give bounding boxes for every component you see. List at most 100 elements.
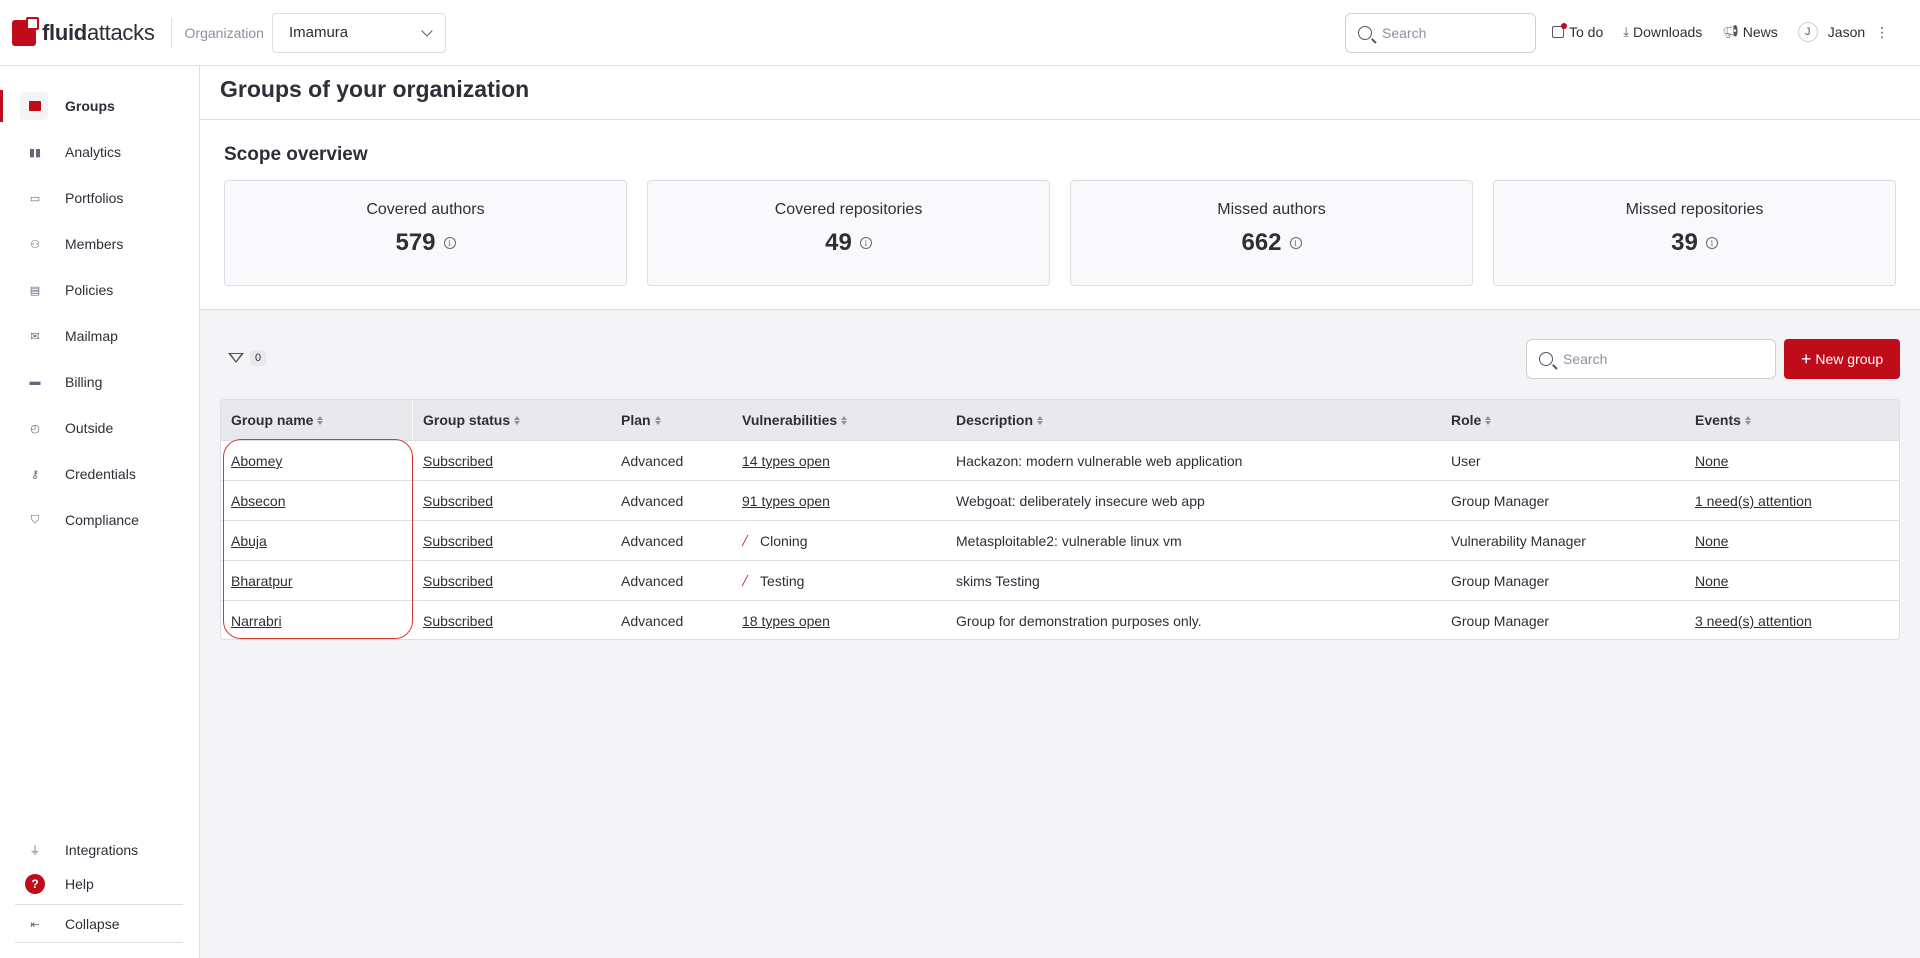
info-icon[interactable]: i (1705, 237, 1718, 249)
events-link[interactable]: 3 need(s) attention (1695, 613, 1812, 629)
group-status-link[interactable]: Subscribed (423, 533, 493, 549)
group-name-link[interactable]: Narrabri (231, 613, 282, 629)
table-row[interactable]: Abomey Subscribed Advanced 14 types open… (221, 440, 1899, 480)
sort-icon (1037, 415, 1044, 425)
group-name-link[interactable]: Bharatpur (231, 573, 292, 589)
sort-icon (654, 415, 661, 425)
plan-cell: Advanced (621, 533, 684, 549)
todo-button[interactable]: To do (1552, 23, 1604, 40)
table-search-input[interactable]: Search (1526, 339, 1776, 379)
sidebar-item-label: Billing (65, 374, 103, 390)
card-label: Missed authors (1217, 201, 1326, 218)
vulnerabilities-link[interactable]: 18 types open (742, 613, 830, 629)
sidebar-item-analytics[interactable]: ▮▮ Analytics (0, 134, 199, 170)
plan-cell: Advanced (621, 573, 684, 589)
plus-icon: + (1800, 348, 1812, 369)
sidebar-item-label: Groups (65, 98, 115, 114)
divider (15, 942, 183, 943)
sidebar-item-label: Members (65, 236, 124, 252)
group-name-link[interactable]: Absecon (231, 493, 285, 509)
events-link[interactable]: None (1695, 533, 1728, 549)
group-status-link[interactable]: Subscribed (423, 613, 493, 629)
vulnerabilities-link[interactable]: 91 types open (742, 493, 830, 509)
column-header-description[interactable]: Description (956, 400, 1044, 440)
sidebar-item-help[interactable]: ? Help (0, 866, 199, 902)
column-header-vulnerabilities[interactable]: Vulnerabilities (742, 400, 848, 440)
sidebar-item-credentials[interactable]: ⚷ Credentials (0, 456, 199, 492)
plan-cell: Advanced (621, 453, 684, 469)
folder-icon (29, 100, 41, 112)
sidebar-item-portfolios[interactable]: ▭ Portfolios (0, 180, 199, 216)
vulnerabilities-link[interactable]: 14 types open (742, 453, 830, 469)
filter-button[interactable]: 0 (228, 350, 267, 366)
user-name: Jason (1827, 24, 1866, 40)
table-row[interactable]: Abuja Subscribed Advanced ╱ Cloning Metas… (221, 520, 1899, 560)
description-cell: skims Testing (956, 573, 1040, 589)
column-header-group-name[interactable]: Group name (231, 400, 324, 440)
description-cell: Hackazon: modern vulnerable web applicat… (956, 453, 1243, 469)
table-row[interactable]: Narrabri Subscribed Advanced 18 types op… (221, 600, 1899, 639)
info-icon[interactable]: i (443, 237, 456, 249)
new-group-button[interactable]: + New group (1784, 339, 1900, 379)
sidebar-item-members[interactable]: ⚇ Members (0, 226, 199, 262)
news-button[interactable]: 📢︎ News (1722, 24, 1778, 40)
events-link[interactable]: None (1695, 453, 1728, 469)
global-search-input[interactable]: Search (1345, 13, 1536, 53)
user-menu[interactable]: J Jason ⋮ (1797, 22, 1889, 42)
help-icon: ? (25, 874, 45, 894)
sidebar-item-outside[interactable]: ◴ Outside (0, 410, 199, 446)
sidebar-item-groups[interactable]: Groups (0, 88, 199, 124)
sort-icon (1744, 415, 1751, 425)
chart-icon: ▮▮ (28, 146, 42, 159)
search-placeholder: Search (1563, 351, 1608, 367)
events-link[interactable]: 1 need(s) attention (1695, 493, 1812, 509)
page-title: Groups of your organization (220, 76, 530, 102)
divider (15, 904, 183, 905)
sidebar-item-label: Integrations (65, 842, 139, 858)
scope-title: Scope overview (224, 144, 368, 165)
events-link[interactable]: None (1695, 573, 1728, 589)
card-label: Covered repositories (774, 201, 923, 218)
table-row[interactable]: Absecon Subscribed Advanced 91 types ope… (221, 480, 1899, 520)
column-header-group-status[interactable]: Group status (423, 400, 521, 440)
group-name-link[interactable]: Abuja (231, 533, 267, 549)
user-plus-icon: ⚇ (30, 238, 40, 251)
sidebar-item-policies[interactable]: ▤ Policies (0, 272, 199, 308)
organization-select[interactable]: Imamura (271, 12, 446, 53)
group-status-link[interactable]: Subscribed (423, 573, 493, 589)
group-status-link[interactable]: Subscribed (423, 453, 493, 469)
collapse-icon: ⇤ (30, 918, 40, 931)
downloads-button[interactable]: ⤓ Downloads (1623, 24, 1702, 40)
top-actions: To do ⤓ Downloads 📢︎ News J Jason ⋮ (1552, 22, 1889, 42)
logo[interactable]: fluidattacks (12, 16, 155, 46)
todo-label: To do (1569, 24, 1604, 40)
search-placeholder: Search (1382, 25, 1427, 41)
info-icon[interactable]: i (1289, 237, 1302, 249)
sidebar-item-billing[interactable]: ▬ Billing (0, 364, 199, 400)
sidebar-item-label: Mailmap (65, 328, 118, 344)
card-value: 49 i (648, 229, 1049, 257)
column-header-events[interactable]: Events (1695, 400, 1751, 440)
clock-icon: ◴ (30, 422, 40, 435)
table-row[interactable]: Bharatpur Subscribed Advanced ╱ Testing s… (221, 560, 1899, 600)
role-cell: Vulnerability Manager (1451, 533, 1586, 549)
divider (170, 17, 172, 48)
kebab-menu-icon[interactable]: ⋮ (1875, 24, 1889, 41)
column-header-plan[interactable]: Plan (621, 400, 661, 440)
sidebar-item-mailmap[interactable]: ✉ Mailmap (0, 318, 199, 354)
sidebar-collapse-button[interactable]: ⇤ Collapse (0, 906, 199, 942)
download-icon: ⤓ (1623, 24, 1629, 39)
info-icon[interactable]: i (859, 237, 872, 249)
logo-text: fluidattacks (42, 19, 155, 45)
organization-label: Organization (184, 24, 264, 41)
sidebar-item-label: Analytics (65, 144, 122, 160)
policy-icon: ▤ (29, 284, 41, 297)
sidebar-item-compliance[interactable]: ⛉ Compliance (0, 502, 199, 538)
group-name-link[interactable]: Abomey (231, 453, 282, 469)
group-status-link[interactable]: Subscribed (423, 493, 493, 509)
card-label: Missed repositories (1625, 201, 1764, 218)
column-header-role[interactable]: Role (1451, 400, 1492, 440)
chevron-down-icon (421, 24, 433, 37)
sidebar-item-integrations[interactable]: ⏚ Integrations (0, 832, 199, 868)
loading-icon: ╱ (742, 535, 749, 547)
